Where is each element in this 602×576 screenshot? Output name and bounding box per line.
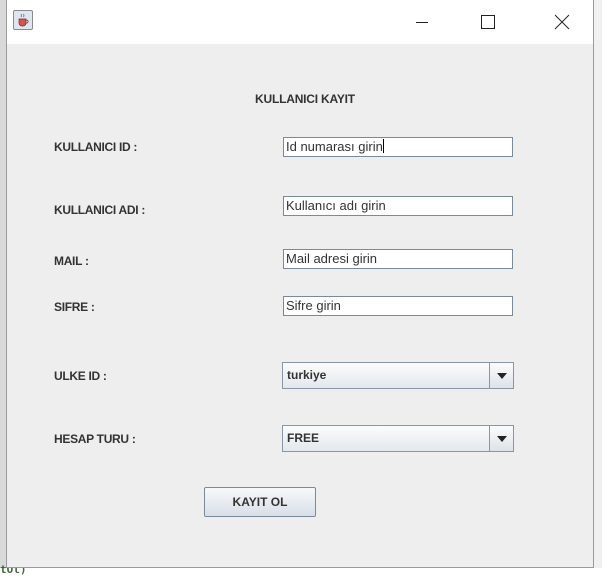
minimize-icon — [416, 22, 428, 23]
account-type-select[interactable]: FREE — [282, 425, 514, 452]
mail-field[interactable]: Mail adresi girin — [283, 249, 513, 269]
account-type-dropdown-button[interactable] — [489, 426, 513, 451]
close-icon — [554, 14, 570, 30]
registration-window: KULLANICI KAYIT KULLANICI ID : Id numara… — [6, 0, 594, 568]
country-dropdown-button[interactable] — [489, 363, 513, 388]
username-field[interactable]: Kullanıcı adı girin — [283, 196, 513, 216]
register-button[interactable]: KAYIT OL — [204, 487, 316, 517]
mail-label: MAIL : — [54, 254, 89, 268]
text-caret — [382, 139, 384, 153]
password-field[interactable]: Sifre girin — [283, 296, 513, 316]
country-select[interactable]: turkiye — [282, 362, 514, 389]
account-type-selected-value: FREE — [287, 431, 320, 445]
account-type-label: HESAP TURU : — [54, 432, 136, 446]
user-id-value: Id numarası girin — [286, 139, 383, 154]
dropdown-arrow-icon — [496, 435, 507, 442]
username-label: KULLANICI ADI : — [54, 203, 146, 217]
maximize-button[interactable] — [465, 0, 511, 44]
password-label: SIFRE : — [54, 300, 95, 314]
java-coffee-icon[interactable] — [13, 10, 33, 30]
dropdown-arrow-icon — [496, 372, 507, 379]
background-strip — [0, 568, 602, 576]
title-bar[interactable] — [7, 0, 593, 44]
user-id-label: KULLANICI ID : — [54, 140, 138, 154]
minimize-button[interactable] — [399, 0, 445, 44]
country-selected-value: turkiye — [287, 368, 327, 382]
user-id-field[interactable]: Id numarası girin — [283, 137, 513, 157]
close-button[interactable] — [539, 0, 585, 44]
form-heading: KULLANICI KAYIT — [255, 92, 355, 106]
maximize-icon — [481, 15, 495, 29]
country-label: ULKE ID : — [54, 369, 107, 383]
